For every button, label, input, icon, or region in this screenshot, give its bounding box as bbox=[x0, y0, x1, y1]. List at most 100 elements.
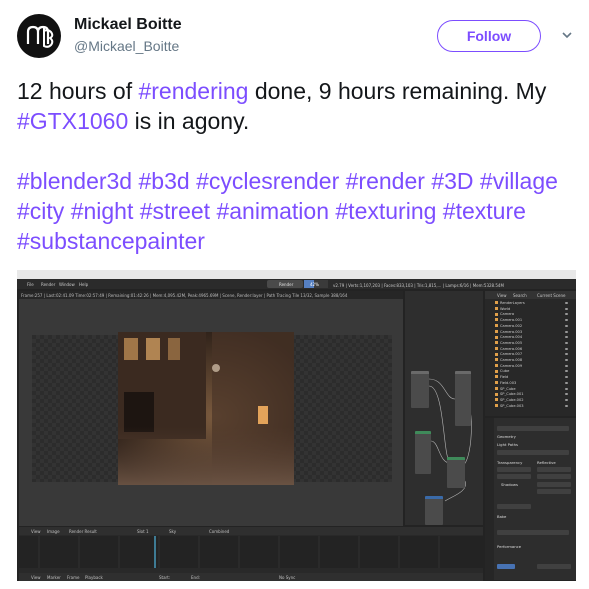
layer-selector[interactable]: Sky bbox=[169, 529, 176, 534]
visibility-eye-icon[interactable] bbox=[565, 381, 568, 384]
visibility-eye-icon[interactable] bbox=[565, 398, 568, 401]
props-section-geometry[interactable]: Geometry bbox=[497, 434, 516, 439]
visibility-eye-icon[interactable] bbox=[565, 330, 568, 333]
display-name[interactable]: Mickael Boitte bbox=[74, 16, 182, 34]
hashtag-link[interactable]: #3D bbox=[431, 168, 473, 194]
visibility-eye-icon[interactable] bbox=[565, 376, 568, 379]
props-section-light-paths[interactable]: Light Paths bbox=[497, 442, 518, 447]
outliner-panel[interactable]: View Search Current Scene RenderLayers Wo… bbox=[485, 291, 576, 416]
hashtag-link[interactable]: #GTX1060 bbox=[17, 108, 128, 134]
hashtag-link[interactable]: #cyclesrender bbox=[196, 168, 339, 194]
hashtag-link[interactable]: #rendering bbox=[138, 78, 248, 104]
visibility-eye-icon[interactable] bbox=[565, 324, 568, 327]
outliner-item[interactable]: World bbox=[495, 307, 510, 311]
props-field[interactable] bbox=[497, 474, 531, 479]
props-field[interactable] bbox=[537, 474, 571, 479]
menu-file[interactable]: File bbox=[27, 282, 34, 287]
blender-screenshot[interactable]: File Render Window Help Render 42% v2.79… bbox=[17, 270, 576, 581]
header-image[interactable]: Image bbox=[47, 529, 60, 534]
hashtag-link[interactable]: #b3d bbox=[139, 168, 190, 194]
outliner-tab-search[interactable]: Search bbox=[513, 293, 527, 298]
props-field[interactable] bbox=[537, 489, 571, 494]
hashtag-link[interactable]: #blender3d bbox=[17, 168, 132, 194]
visibility-eye-icon[interactable] bbox=[565, 359, 568, 361]
preset-field[interactable] bbox=[497, 450, 569, 455]
visibility-eye-icon[interactable] bbox=[565, 404, 568, 407]
footer-marker[interactable]: Marker bbox=[47, 575, 61, 580]
outliner-item[interactable]: SP_Cube bbox=[495, 387, 516, 391]
slot-selector[interactable]: Slot 1 bbox=[137, 529, 148, 534]
outliner-item[interactable]: RenderLayers bbox=[495, 301, 525, 305]
node-editor[interactable] bbox=[405, 291, 483, 525]
header-view[interactable]: View bbox=[31, 529, 41, 534]
outliner-item[interactable]: SP_Cube.001 bbox=[495, 392, 524, 396]
visibility-eye-icon[interactable] bbox=[565, 302, 568, 304]
footer-playback[interactable]: Playback bbox=[85, 575, 103, 580]
outliner-item[interactable]: Field bbox=[495, 375, 508, 379]
props-field[interactable] bbox=[497, 530, 569, 535]
hashtag-link[interactable]: #night bbox=[71, 198, 134, 224]
outliner-item[interactable]: SP_Cube.002 bbox=[495, 398, 524, 402]
properties-panel[interactable]: Geometry Light Paths Transparency Reflec… bbox=[485, 418, 576, 580]
visibility-eye-icon[interactable] bbox=[565, 341, 568, 344]
footer-view[interactable]: View bbox=[31, 575, 41, 580]
shader-node[interactable] bbox=[455, 371, 471, 426]
visibility-eye-icon[interactable] bbox=[565, 387, 568, 390]
menu-help[interactable]: Help bbox=[79, 282, 88, 287]
props-field[interactable] bbox=[537, 482, 571, 487]
footer-sync[interactable]: No Sync bbox=[279, 575, 295, 580]
menu-render[interactable]: Render bbox=[41, 282, 55, 287]
outliner-item[interactable]: Cube bbox=[495, 369, 509, 373]
outliner-item[interactable]: Camera.006 bbox=[495, 347, 522, 351]
props-toggle[interactable] bbox=[497, 564, 515, 569]
props-section-performance[interactable]: Performance bbox=[497, 544, 521, 549]
chevron-down-icon[interactable] bbox=[560, 28, 574, 42]
image-editor-viewport[interactable]: Frame:257 | Last:02:41.09 Time:02:57:49 … bbox=[19, 291, 403, 526]
hashtag-link[interactable]: #render bbox=[346, 168, 425, 194]
visibility-eye-icon[interactable] bbox=[565, 319, 568, 322]
pass-selector[interactable]: Combined bbox=[209, 529, 229, 534]
footer-start[interactable]: Start: bbox=[159, 575, 170, 580]
outliner-item[interactable]: Camera.005 bbox=[495, 341, 522, 345]
outliner-item[interactable]: Camera.003 bbox=[495, 330, 522, 334]
shader-node[interactable] bbox=[411, 371, 429, 408]
hashtag-link[interactable]: #texture bbox=[443, 198, 526, 224]
properties-tabs[interactable] bbox=[485, 418, 494, 580]
props-field[interactable] bbox=[497, 504, 531, 509]
shader-node[interactable] bbox=[415, 431, 431, 474]
visibility-eye-icon[interactable] bbox=[565, 370, 568, 373]
outliner-item[interactable]: Field.003 bbox=[495, 381, 516, 385]
shader-node[interactable] bbox=[425, 496, 443, 525]
follow-button[interactable]: Follow bbox=[437, 20, 541, 52]
hashtag-link[interactable]: #texturing bbox=[335, 198, 436, 224]
render-result-selector[interactable]: Render Result bbox=[69, 529, 97, 534]
visibility-eye-icon[interactable] bbox=[565, 353, 568, 356]
timeline-editor[interactable]: View Image Render Result Slot 1 Sky Comb… bbox=[19, 527, 483, 581]
visibility-eye-icon[interactable] bbox=[565, 313, 568, 316]
user-handle[interactable]: @Mickael_Boitte bbox=[74, 38, 179, 54]
hashtag-link[interactable]: #village bbox=[480, 168, 558, 194]
visibility-eye-icon[interactable] bbox=[565, 393, 568, 396]
visibility-eye-icon[interactable] bbox=[565, 347, 568, 350]
outliner-item[interactable]: SP_Cube.003 bbox=[495, 404, 524, 408]
outliner-item[interactable]: Camera.009 bbox=[495, 364, 522, 368]
hashtag-link[interactable]: #city bbox=[17, 198, 64, 224]
outliner-tab-view[interactable]: View bbox=[497, 293, 507, 298]
outliner-item[interactable]: Camera bbox=[495, 312, 514, 316]
visibility-eye-icon[interactable] bbox=[565, 307, 568, 310]
props-section-bake[interactable]: Bake bbox=[497, 514, 506, 519]
footer-end[interactable]: End: bbox=[191, 575, 200, 580]
visibility-eye-icon[interactable] bbox=[565, 364, 568, 367]
hashtag-link[interactable]: #substancepainter bbox=[17, 228, 205, 254]
shader-node[interactable] bbox=[447, 457, 465, 488]
props-field[interactable] bbox=[537, 467, 571, 472]
timeline-track[interactable] bbox=[19, 536, 483, 568]
footer-frame[interactable]: Frame bbox=[67, 575, 79, 580]
outliner-item[interactable]: Camera.007 bbox=[495, 352, 522, 356]
samples-field[interactable] bbox=[497, 426, 569, 431]
visibility-eye-icon[interactable] bbox=[565, 336, 568, 339]
avatar[interactable] bbox=[17, 14, 61, 58]
outliner-tab-scene[interactable]: Current Scene bbox=[537, 293, 566, 298]
outliner-item[interactable]: Camera.008 bbox=[495, 358, 522, 362]
outliner-item[interactable]: Camera.001 bbox=[495, 318, 522, 322]
